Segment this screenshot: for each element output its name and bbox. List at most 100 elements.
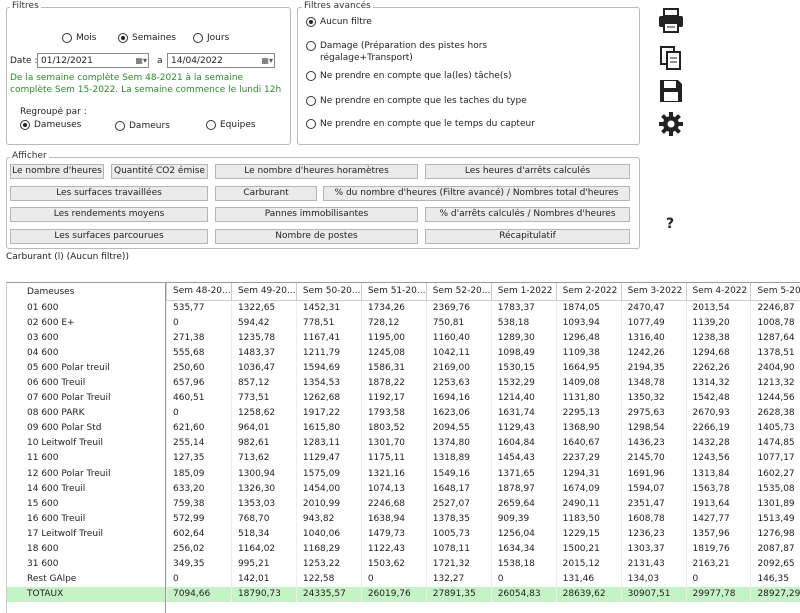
btn-nombre-postes[interactable]: Nombre de postes [215, 229, 418, 244]
table-cell[interactable]: 1878,97 [490, 481, 557, 497]
table-cell[interactable]: 1036,47 [230, 360, 297, 376]
table-cell[interactable]: 1664,95 [555, 360, 622, 376]
row-label[interactable]: 01 600 [7, 300, 165, 315]
column-header[interactable]: Sem 4-2022 [685, 283, 751, 301]
btn-pourcentage-arrets[interactable]: % d'arrêts calculés / Nombres d'heures [425, 207, 630, 222]
table-row[interactable]: 535,77 1322,65 1452,31 1734,26 2369,76 1783,3… [166, 300, 800, 316]
printer-icon[interactable] [657, 7, 685, 35]
table-cell[interactable]: 1276,98 [750, 526, 800, 542]
table-cell[interactable]: 0 [166, 315, 232, 331]
row-label[interactable]: 09 600 Polar Std [7, 421, 165, 436]
table-cell[interactable]: 1586,31 [360, 360, 427, 376]
table-cell[interactable]: 2246,87 [750, 300, 800, 316]
table-row[interactable]: 127,35 713,62 1129,47 1175,11 1318,89 1454,43… [166, 450, 800, 467]
filter-option-damage[interactable]: Damage (Préparation des pistes hors réga… [306, 40, 506, 64]
btn-surfaces-travaillees[interactable]: Les surfaces travaillées [10, 186, 208, 201]
table-cell[interactable]: 250,60 [166, 360, 232, 376]
table-cell[interactable]: 1549,16 [425, 466, 492, 482]
table-cell[interactable]: 1139,20 [685, 315, 751, 331]
table-cell[interactable]: 1631,74 [490, 405, 557, 421]
table-cell[interactable]: 2131,43 [620, 556, 686, 572]
table-cell[interactable]: 2194,35 [620, 360, 686, 376]
table-cell[interactable]: 1432,28 [685, 435, 751, 451]
table-row[interactable]: 256,02 1164,02 1168,29 1122,43 1078,11 1634,3… [166, 541, 800, 557]
table-cell[interactable]: 1594,07 [620, 481, 686, 497]
table-cell[interactable]: 1253,63 [425, 375, 492, 391]
row-label[interactable]: 10 Leitwolf Treuil [7, 436, 165, 451]
row-label[interactable]: 18 600 [7, 542, 165, 557]
table-cell[interactable]: 1242,26 [620, 345, 686, 361]
table-cell[interactable]: 1318,89 [425, 450, 492, 467]
column-header[interactable]: Sem 1-2022 [490, 283, 557, 301]
table-cell[interactable]: 621,60 [166, 420, 232, 436]
table-cell[interactable]: 30907,51 [620, 586, 686, 602]
table-cell[interactable]: 2659,64 [490, 496, 557, 512]
table-cell[interactable]: 1634,34 [490, 541, 557, 557]
table-cell[interactable]: 1500,21 [555, 541, 622, 557]
radio-circle[interactable] [306, 96, 316, 106]
grouping-radio-equipes[interactable]: Equipes [206, 120, 256, 131]
table-cell[interactable]: 1175,11 [360, 450, 427, 467]
table-cell[interactable]: 1532,29 [490, 375, 557, 391]
table-cell[interactable]: 1160,40 [425, 330, 492, 346]
table-cell[interactable]: 1503,62 [360, 556, 427, 572]
table-cell[interactable]: 1300,94 [230, 466, 297, 482]
table-cell[interactable]: 1409,08 [555, 375, 622, 391]
table-cell[interactable]: 1229,15 [555, 526, 622, 542]
radio-circle[interactable] [306, 17, 316, 27]
table-cell[interactable]: 1917,22 [295, 405, 362, 421]
table-cell[interactable]: 1287,64 [750, 330, 800, 346]
table-cell[interactable]: 1078,11 [425, 541, 492, 557]
table-cell[interactable]: 633,20 [166, 481, 232, 497]
calendar-dropdown-icon[interactable]: ▦▾ [261, 55, 273, 67]
table-cell[interactable]: 535,77 [166, 300, 232, 316]
table-cell[interactable]: 1535,08 [750, 481, 800, 497]
table-row[interactable]: 657,96 857,12 1354,53 1878,22 1253,63 1532,29… [166, 375, 800, 391]
radio-circle[interactable] [118, 33, 128, 43]
total-row[interactable]: 7094,66 18790,73 24335,57 26019,76 27891,35 2… [166, 586, 800, 602]
table-cell[interactable]: 2169,00 [425, 360, 492, 376]
grouping-radio-dameurs[interactable]: Dameurs [115, 121, 170, 132]
table-cell[interactable]: 1296,48 [555, 330, 622, 346]
row-label[interactable]: 05 600 Polar treuil [7, 360, 165, 375]
table-cell[interactable]: 995,21 [230, 556, 297, 572]
table-cell[interactable]: 1192,17 [360, 390, 427, 406]
table-row[interactable]: 621,60 964,01 1615,80 1803,52 2094,55 1129,43… [166, 420, 800, 436]
table-cell[interactable]: 1378,51 [750, 345, 800, 361]
table-cell[interactable]: 1236,23 [620, 526, 686, 542]
table-cell[interactable]: 1783,37 [490, 300, 557, 316]
table-cell[interactable]: 2490,11 [555, 496, 622, 512]
table-cell[interactable]: 1374,80 [425, 435, 492, 451]
table-cell[interactable]: 1131,80 [555, 390, 622, 406]
table-row[interactable]: 250,60 1036,47 1594,69 1586,31 2169,00 1530,1… [166, 360, 800, 376]
column-header[interactable]: Sem 51-20... [360, 283, 427, 301]
btn-nombre-heures[interactable]: Le nombre d'heures [10, 164, 104, 179]
table-cell[interactable]: 460,51 [166, 390, 232, 406]
table-cell[interactable]: 1283,11 [295, 435, 362, 451]
table-row[interactable]: 555,68 1483,37 1211,79 1245,08 1042,11 1098,4… [166, 345, 800, 361]
table-cell[interactable]: 518,34 [230, 526, 297, 542]
table-cell[interactable]: 1313,84 [685, 466, 751, 482]
row-label[interactable]: 16 600 Treuil [7, 511, 165, 526]
radio-circle[interactable] [206, 120, 216, 130]
table-cell[interactable]: 1164,02 [230, 541, 297, 557]
gear-icon[interactable] [657, 110, 685, 138]
table-row[interactable]: 349,35 995,21 1253,22 1503,62 1721,32 1538,18… [166, 556, 800, 572]
btn-carburant[interactable]: Carburant [215, 186, 317, 201]
table-cell[interactable]: 2010,99 [295, 496, 362, 512]
table-cell[interactable]: 28927,29 [750, 586, 800, 602]
table-cell[interactable]: 1098,49 [490, 345, 557, 361]
table-cell[interactable]: 1874,05 [555, 300, 622, 316]
table-row[interactable]: 0 594,42 778,51 728,12 750,81 538,18 1093,94 10… [166, 315, 800, 331]
column-header[interactable]: Sem 49-20... [230, 283, 297, 301]
table-cell[interactable]: 29977,78 [685, 586, 751, 602]
table-cell[interactable]: 1427,77 [685, 511, 751, 527]
table-cell[interactable]: 1734,26 [360, 300, 427, 316]
column-header[interactable]: Sem 3-2022 [620, 283, 686, 301]
table-cell[interactable]: 142,01 [230, 571, 297, 587]
filter-option-taches[interactable]: Ne prendre en compte que la(les) tâche(s… [306, 71, 512, 82]
table-cell[interactable]: 1530,15 [490, 360, 557, 376]
table-cell[interactable]: 1513,49 [750, 511, 800, 527]
table-cell[interactable]: 1454,00 [295, 481, 362, 497]
table-cell[interactable]: 1074,13 [360, 481, 427, 497]
